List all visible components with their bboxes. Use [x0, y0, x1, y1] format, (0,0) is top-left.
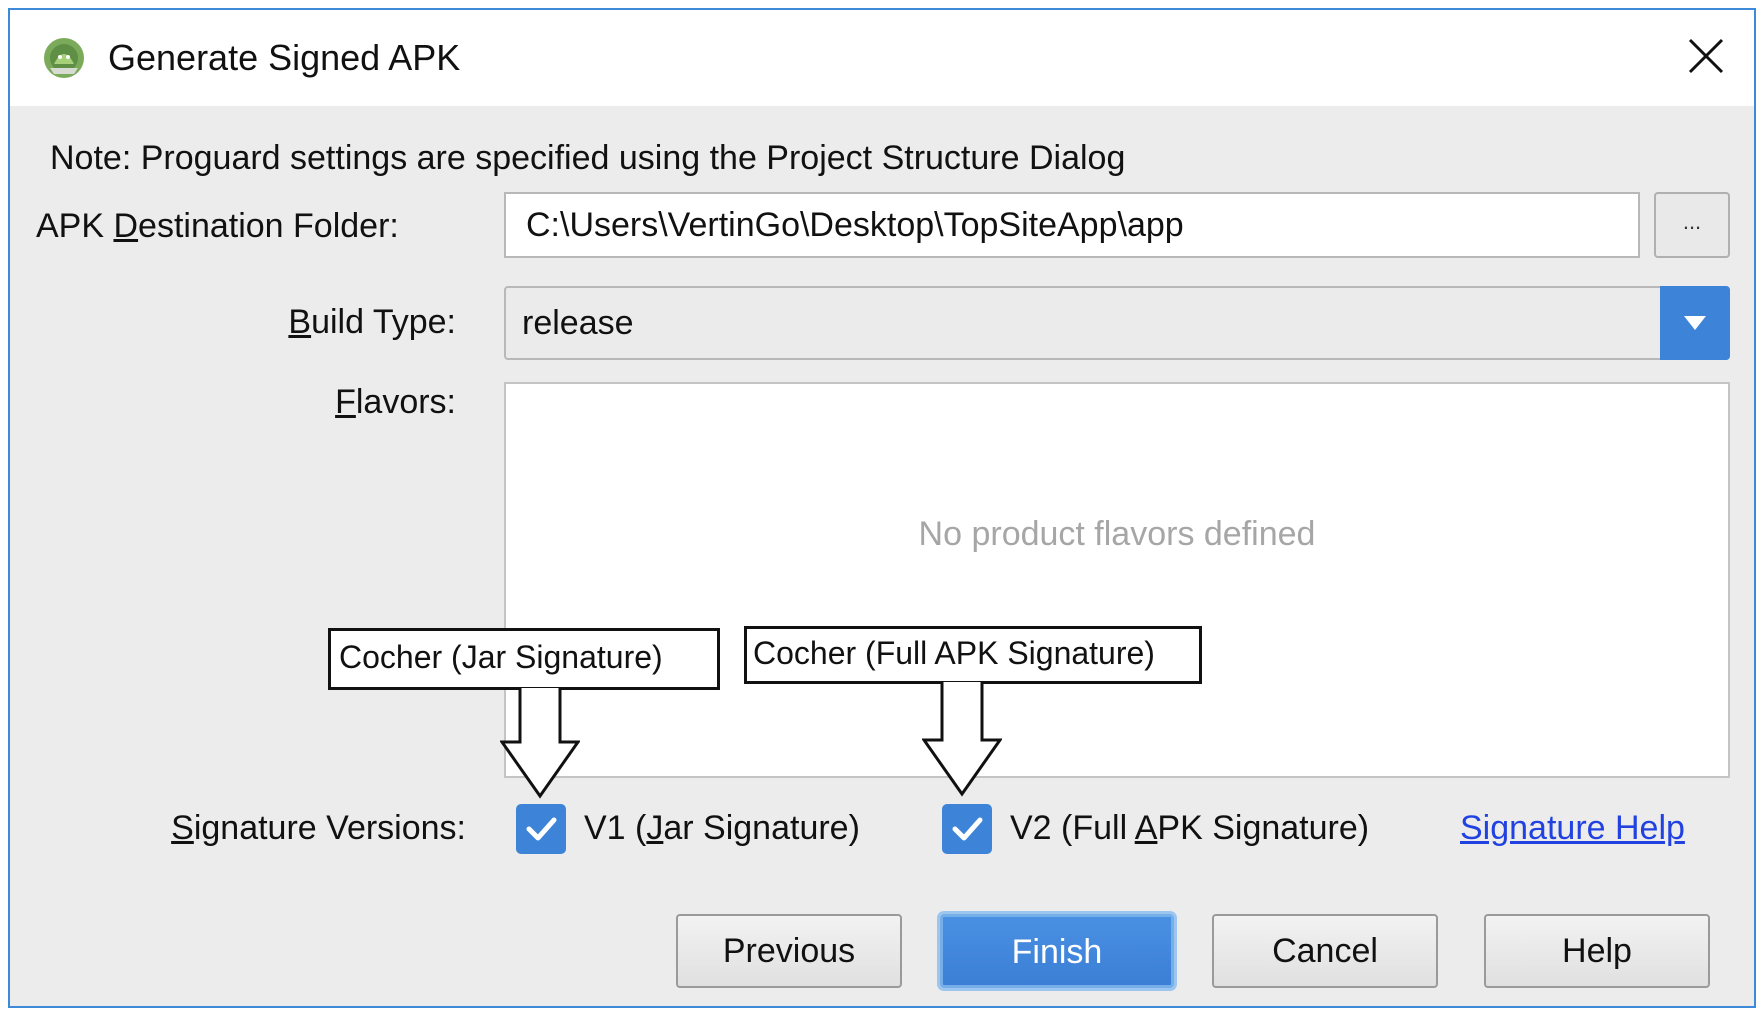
apk-destination-label: APK Destination Folder:: [36, 207, 399, 245]
annotation-v2: Cocher (Full APK Signature): [744, 626, 1202, 684]
title-bar: Generate Signed APK: [10, 10, 1754, 106]
build-type-label: Build Type:: [288, 303, 456, 341]
checkmark-icon: [526, 817, 557, 841]
build-type-select[interactable]: release: [504, 286, 1730, 360]
arrow-down-icon: [500, 688, 580, 799]
finish-button[interactable]: Finish: [940, 914, 1174, 988]
annotation-v1: Cocher (Jar Signature): [328, 628, 720, 690]
android-studio-icon: [44, 38, 84, 78]
flavors-empty-text: No product flavors defined: [918, 515, 1316, 553]
cancel-button[interactable]: Cancel: [1212, 914, 1438, 988]
v2-signature-checkbox[interactable]: [942, 804, 992, 854]
dropdown-arrow[interactable]: [1660, 286, 1730, 360]
browse-button[interactable]: ...: [1654, 192, 1730, 258]
flavors-list[interactable]: No product flavors defined: [504, 382, 1730, 778]
close-icon[interactable]: [1682, 32, 1730, 80]
signature-help-link[interactable]: Signature Help: [1460, 808, 1685, 848]
signature-versions-label: Signature Versions:: [171, 809, 466, 847]
v1-signature-checkbox[interactable]: [516, 804, 566, 854]
help-button[interactable]: Help: [1484, 914, 1710, 988]
proguard-note: Note: Proguard settings are specified us…: [50, 139, 1126, 177]
previous-button[interactable]: Previous: [676, 914, 902, 988]
checkmark-icon: [952, 817, 983, 841]
v2-signature-label[interactable]: V2 (Full APK Signature): [1010, 808, 1369, 848]
generate-signed-apk-dialog: Generate Signed APK Note: Proguard setti…: [8, 8, 1756, 1008]
arrow-down-icon: [922, 682, 1002, 797]
window-title: Generate Signed APK: [108, 37, 461, 78]
v1-signature-label[interactable]: V1 (Jar Signature): [584, 808, 860, 848]
build-type-value: release: [522, 304, 634, 342]
chevron-down-icon: [1684, 316, 1706, 330]
flavors-label: Flavors:: [335, 383, 456, 421]
apk-destination-input[interactable]: C:\Users\VertinGo\Desktop\TopSiteApp\app: [504, 192, 1640, 258]
